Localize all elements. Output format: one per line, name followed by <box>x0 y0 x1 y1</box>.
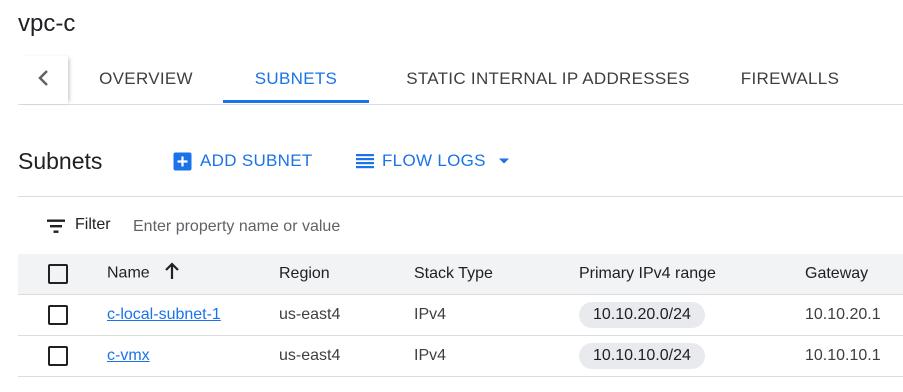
select-all-checkbox[interactable] <box>48 263 68 284</box>
filter-input[interactable] <box>131 212 635 242</box>
subnet-name-link[interactable]: c-local-subnet-1 <box>107 306 221 323</box>
ip-range-chip: 10.10.10.0/24 <box>579 342 705 369</box>
table-row: c-vmx us-east4 IPv4 10.10.10.0/24 10.10.… <box>18 335 903 377</box>
subnets-table: Name Region Stack Type Primary IPv4 rang… <box>18 254 903 377</box>
filter-bar: Filter <box>18 204 903 250</box>
tab-static-internal-ip-addresses[interactable]: STATIC INTERNAL IP ADDRESSES <box>384 56 712 104</box>
stack-type-cell: IPv4 <box>414 335 579 377</box>
column-header-stack-type[interactable]: Stack Type <box>414 254 579 295</box>
gateway-cell: 10.10.20.1 <box>805 294 903 336</box>
row-checkbox[interactable] <box>48 304 68 325</box>
flow-logs-dropdown[interactable]: FLOW LOGS <box>356 151 510 171</box>
active-tab-indicator <box>223 100 369 103</box>
column-header-name[interactable]: Name <box>107 254 279 295</box>
tab-scroll-left-button[interactable] <box>18 56 68 104</box>
table-row: c-local-subnet-1 us-east4 IPv4 10.10.20.… <box>18 294 903 336</box>
add-box-icon <box>173 152 192 171</box>
column-header-primary-ipv4-range[interactable]: Primary IPv4 range <box>579 254 805 295</box>
ip-range-chip: 10.10.20.0/24 <box>579 301 705 328</box>
tab-overview[interactable]: OVERVIEW <box>84 56 208 104</box>
stack-type-cell: IPv4 <box>414 294 579 336</box>
section-title: Subnets <box>18 148 103 174</box>
tab-subnets[interactable]: SUBNETS <box>223 56 369 104</box>
chevron-left-icon <box>36 68 50 93</box>
add-subnet-button[interactable]: ADD SUBNET <box>173 151 313 171</box>
column-header-region[interactable]: Region <box>279 254 414 295</box>
page-title: vpc-c <box>18 10 76 37</box>
arrow-up-icon <box>164 262 180 285</box>
add-subnet-label: ADD SUBNET <box>200 151 313 170</box>
list-icon <box>356 153 374 169</box>
row-checkbox[interactable] <box>48 345 68 366</box>
tab-bar: OVERVIEW SUBNETS STATIC INTERNAL IP ADDR… <box>18 56 903 105</box>
table-header-row: Name Region Stack Type Primary IPv4 rang… <box>18 254 903 295</box>
dropdown-arrow-icon <box>498 157 510 165</box>
divider <box>18 196 903 197</box>
subnet-name-link[interactable]: c-vmx <box>107 347 150 364</box>
tab-firewalls[interactable]: FIREWALLS <box>728 56 852 104</box>
flow-logs-label: FLOW LOGS <box>382 151 486 170</box>
filter-label: Filter <box>75 216 111 233</box>
gateway-cell: 10.10.10.1 <box>805 335 903 377</box>
region-cell: us-east4 <box>279 335 414 377</box>
filter-icon <box>46 218 66 239</box>
region-cell: us-east4 <box>279 294 414 336</box>
column-header-gateway[interactable]: Gateway <box>805 254 903 295</box>
column-label: Name <box>107 264 150 282</box>
